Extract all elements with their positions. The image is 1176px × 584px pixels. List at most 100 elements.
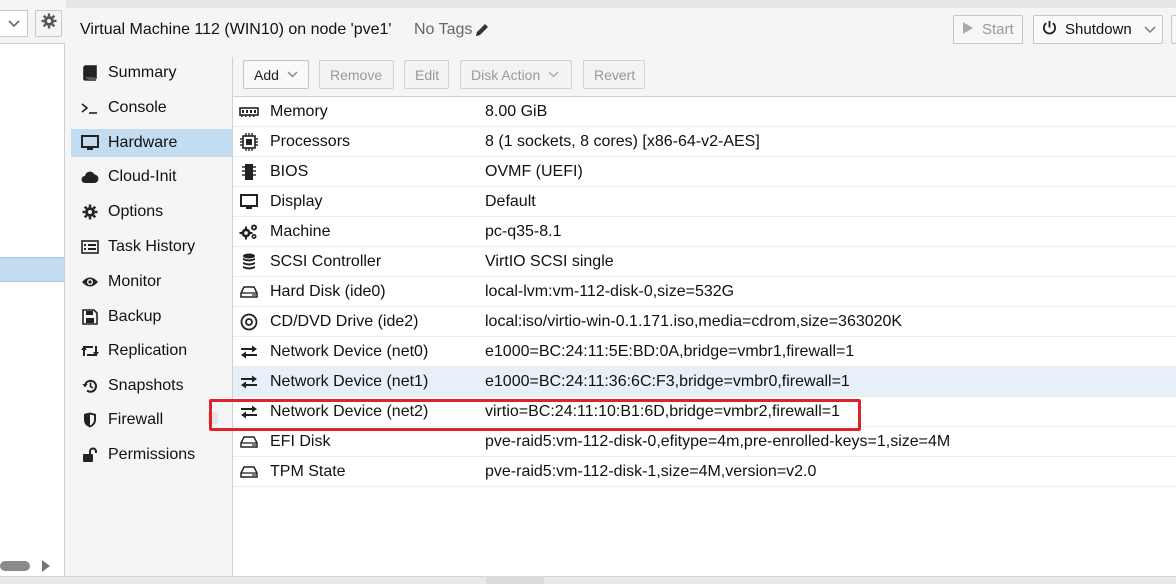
- table-row[interactable]: Display Default: [233, 187, 1176, 217]
- table-row-selected[interactable]: Network Device (net1) e1000=BC:24:11:36:…: [233, 367, 1176, 397]
- row-name: Network Device (net0): [270, 342, 429, 360]
- row-value: pve-raid5:vm-112-disk-1,size=4M,version=…: [485, 462, 817, 480]
- row-value: e1000=BC:24:11:36:6C:F3,bridge=vmbr0,fir…: [485, 372, 850, 390]
- unlock-icon: [80, 445, 100, 465]
- play-icon: [962, 21, 974, 39]
- nav-item-label: Summary: [108, 64, 177, 81]
- nav-item-label: Monitor: [108, 273, 162, 290]
- shutdown-label: Shutdown: [1065, 21, 1132, 38]
- start-label: Start: [982, 21, 1014, 38]
- table-row[interactable]: EFI Disk pve-raid5:vm-112-disk-0,efitype…: [233, 427, 1176, 457]
- row-value: local:iso/virtio-win-0.1.171.iso,media=c…: [485, 312, 903, 330]
- remove-label: Remove: [330, 66, 383, 83]
- row-value: 8 (1 sockets, 8 cores) [x86-64-v2-AES]: [485, 132, 760, 150]
- nav-item-snapshots[interactable]: Snapshots: [71, 372, 232, 400]
- add-button[interactable]: Add: [243, 60, 309, 89]
- view-select[interactable]: [0, 10, 28, 37]
- tags-label: No Tags: [414, 21, 473, 38]
- hardware-panel: Add Remove Edit Disk Action Revert Memor…: [233, 57, 1176, 584]
- nav-item-cloud-init[interactable]: Cloud-Init: [71, 163, 232, 191]
- list-icon: [80, 237, 100, 257]
- retweet-icon: [80, 341, 100, 361]
- nav-item-summary[interactable]: Summary: [71, 59, 232, 87]
- chevron-down-icon: [287, 69, 298, 81]
- row-value: Default: [485, 192, 536, 210]
- hdd-icon: [238, 461, 260, 483]
- row-value: local-lvm:vm-112-disk-0,size=532G: [485, 282, 735, 300]
- pencil-icon[interactable]: [474, 22, 490, 38]
- scrollbar-thumb[interactable]: [0, 561, 30, 571]
- microchip-icon: [238, 161, 260, 183]
- bottom-panel-splitter[interactable]: [0, 576, 1176, 584]
- cpu-icon: [238, 131, 260, 153]
- nav-item-task-history[interactable]: Task History: [71, 233, 232, 261]
- hardware-toolbar: Add Remove Edit Disk Action Revert: [233, 57, 1176, 97]
- tree-settings-button[interactable]: [35, 10, 62, 37]
- add-label: Add: [254, 66, 279, 83]
- floppy-icon: [80, 307, 100, 327]
- exchange-icon: [238, 371, 260, 393]
- edit-button[interactable]: Edit: [404, 60, 449, 89]
- table-row[interactable]: TPM State pve-raid5:vm-112-disk-1,size=4…: [233, 457, 1176, 487]
- disk-action-label: Disk Action: [471, 66, 541, 83]
- scroll-right-arrow-icon[interactable]: [42, 560, 50, 572]
- disk-action-button[interactable]: Disk Action: [460, 60, 572, 89]
- row-name: BIOS: [270, 162, 309, 180]
- nav-item-permissions[interactable]: Permissions: [71, 441, 232, 469]
- shutdown-button[interactable]: Shutdown: [1033, 15, 1163, 44]
- revert-button[interactable]: Revert: [583, 60, 645, 89]
- annotation-highlight-box: [209, 399, 861, 431]
- nav-item-label: Firewall: [108, 411, 164, 428]
- row-value: pve-raid5:vm-112-disk-0,efitype=4m,pre-e…: [485, 432, 951, 450]
- table-row[interactable]: Processors 8 (1 sockets, 8 cores) [x86-6…: [233, 127, 1176, 157]
- nav-item-monitor[interactable]: Monitor: [71, 268, 232, 296]
- revert-label: Revert: [594, 66, 636, 83]
- more-actions-button[interactable]: [1171, 15, 1176, 44]
- history-icon: [80, 376, 100, 396]
- nav-item-replication[interactable]: Replication: [71, 337, 232, 365]
- table-row[interactable]: CD/DVD Drive (ide2) local:iso/virtio-win…: [233, 307, 1176, 337]
- nav-item-label: Cloud-Init: [108, 168, 177, 185]
- table-row[interactable]: Machine pc-q35-8.1: [233, 217, 1176, 247]
- remove-button[interactable]: Remove: [319, 60, 394, 89]
- hdd-icon: [238, 431, 260, 453]
- row-name: SCSI Controller: [270, 252, 382, 270]
- monitor-icon: [80, 133, 100, 153]
- table-row[interactable]: Memory 8.00 GiB: [233, 97, 1176, 127]
- vm-config-nav: Summary Console Hardware Cloud-Init Opti…: [71, 57, 233, 584]
- nav-item-hardware[interactable]: Hardware: [71, 129, 232, 157]
- nav-item-label: Backup: [108, 308, 162, 325]
- row-value: 8.00 GiB: [485, 102, 548, 120]
- chevron-down-icon: [7, 16, 20, 31]
- edit-label: Edit: [415, 66, 440, 83]
- nav-item-options[interactable]: Options: [71, 198, 232, 226]
- table-row[interactable]: BIOS OVMF (UEFI): [233, 157, 1176, 187]
- row-value: OVMF (UEFI): [485, 162, 583, 180]
- shield-icon: [80, 410, 100, 430]
- nav-item-label: Options: [108, 203, 164, 220]
- nav-item-label: Snapshots: [108, 377, 184, 394]
- tree-selected-node[interactable]: [0, 257, 64, 282]
- vm-header: Virtual Machine 112 (WIN10) on node 'pve…: [66, 0, 1176, 57]
- nav-item-backup[interactable]: Backup: [71, 303, 232, 331]
- nav-item-console[interactable]: Console: [71, 94, 232, 122]
- cogs-icon: [238, 221, 260, 243]
- table-row[interactable]: Network Device (net0) e1000=BC:24:11:5E:…: [233, 337, 1176, 367]
- nav-item-label: Hardware: [108, 134, 178, 151]
- eye-icon: [80, 272, 100, 292]
- resource-tree-panel: [0, 0, 65, 584]
- book-icon: [80, 63, 100, 83]
- start-button[interactable]: Start: [953, 15, 1023, 44]
- tree-horizontal-scrollbar[interactable]: [0, 558, 64, 574]
- nav-item-label: Replication: [108, 342, 188, 359]
- row-value: pc-q35-8.1: [485, 222, 562, 240]
- page-title: Virtual Machine 112 (WIN10) on node 'pve…: [80, 21, 392, 38]
- chevron-down-icon[interactable]: [1144, 21, 1156, 38]
- row-value: VirtIO SCSI single: [485, 252, 614, 270]
- table-row[interactable]: Hard Disk (ide0) local-lvm:vm-112-disk-0…: [233, 277, 1176, 307]
- row-name: EFI Disk: [270, 432, 331, 450]
- splitter-handle[interactable]: [486, 576, 544, 584]
- nav-item-label: Permissions: [108, 446, 196, 463]
- row-name: Hard Disk (ide0): [270, 282, 386, 300]
- table-row[interactable]: SCSI Controller VirtIO SCSI single: [233, 247, 1176, 277]
